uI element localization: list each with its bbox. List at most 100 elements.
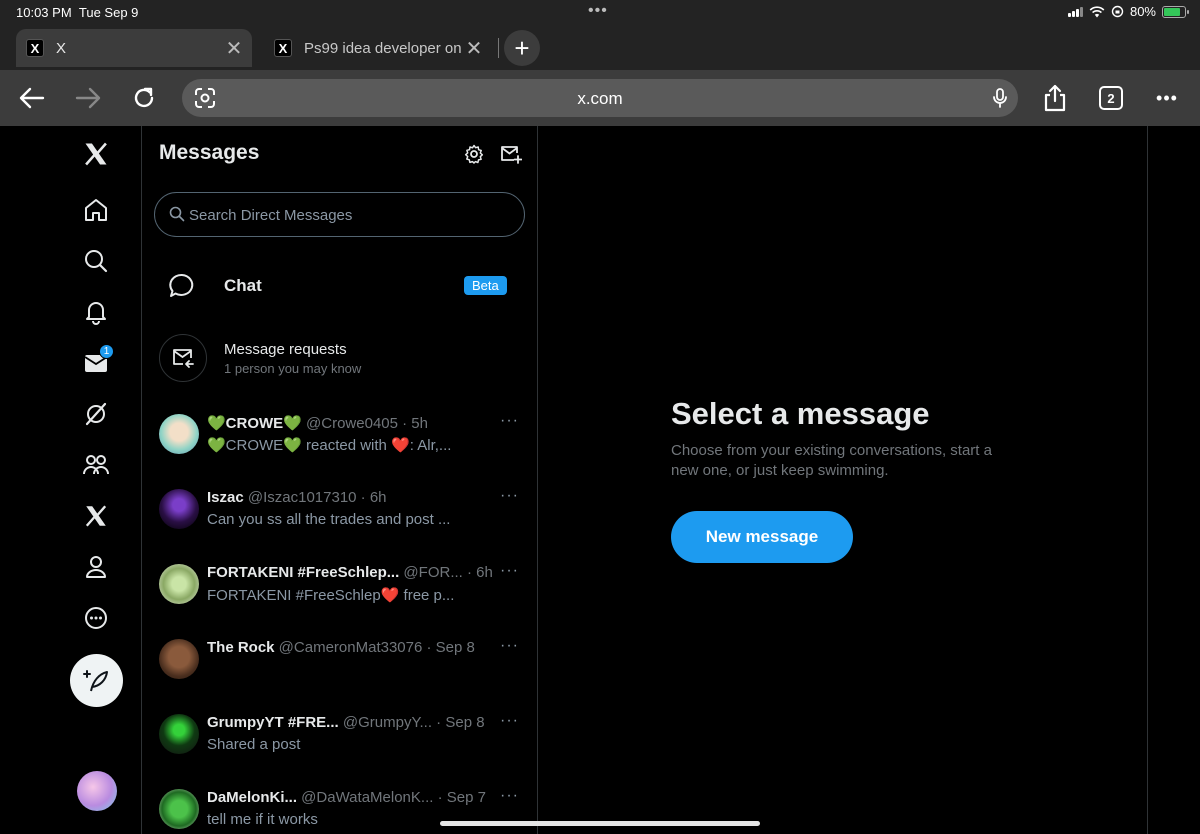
messages-badge: 1 — [99, 344, 114, 359]
share-icon — [1044, 84, 1066, 112]
communities-icon[interactable] — [76, 445, 116, 485]
conversation-preview: FORTAKENI #FreeSchlep — [207, 587, 381, 604]
new-message-icon[interactable] — [499, 142, 523, 166]
cellular-signal-icon — [1067, 6, 1083, 17]
url-text: x.com — [577, 89, 623, 108]
tab-ps99[interactable]: X Ps99 idea developer on ✕ — [264, 29, 492, 67]
search-dm-field[interactable] — [154, 192, 525, 237]
conversation-meta: @DaWataMelonK... · Sep 7 — [297, 789, 486, 806]
conversation-item[interactable]: 💚CROWE💚 @Crowe0405 · 5h 💚CROWE💚 reacted … — [142, 410, 537, 484]
address-bar[interactable]: x.com — [182, 79, 1018, 117]
battery-icon — [1162, 5, 1189, 18]
message-requests-title: Message requests — [224, 341, 347, 358]
conversation-panel: Select a message Choose from your existi… — [538, 126, 1148, 834]
conversation-item[interactable]: FORTAKENI #FreeSchlep... @FOR... · 6h FO… — [142, 560, 537, 634]
status-icons: 80% — [1067, 4, 1189, 19]
premium-x-icon[interactable] — [76, 496, 116, 536]
reload-icon — [134, 87, 154, 108]
home-indicator[interactable] — [440, 821, 760, 826]
status-bar: 10:03 PM Tue Sep 9 ••• 80% — [0, 0, 1200, 26]
x-favicon-icon: X — [274, 39, 292, 57]
conversation-meta: @GrumpyY... · Sep 8 — [338, 714, 485, 731]
chat-label: Chat — [224, 276, 262, 295]
left-navigation: 1 — [0, 126, 142, 834]
tab-count: 2 — [1099, 86, 1123, 110]
notifications-bell-icon[interactable] — [76, 292, 116, 332]
user-avatar — [159, 714, 199, 754]
conversation-item[interactable]: Iszac @Iszac1017310 · 6h Can you ss all … — [142, 485, 537, 559]
conversation-item[interactable]: GrumpyYT #FRE... @GrumpyY... · Sep 8 Sha… — [142, 710, 537, 784]
user-avatar — [159, 564, 199, 604]
message-requests-icon — [159, 334, 207, 382]
tab-switcher-button[interactable]: 2 — [1095, 82, 1127, 114]
tab-x[interactable]: X X ✕ — [16, 29, 252, 67]
user-avatar — [159, 639, 199, 679]
browser-menu-button[interactable]: ••• — [1151, 82, 1183, 114]
conversation-name: GrumpyYT #FRE... — [207, 714, 339, 731]
messages-column: Messages Chat Beta Message requests 1 pe… — [142, 126, 538, 834]
settings-gear-icon[interactable] — [462, 142, 486, 166]
profile-icon[interactable] — [76, 547, 116, 587]
heart-emoji: ❤️ — [380, 587, 400, 604]
user-avatar — [159, 789, 199, 829]
conversation-meta: @Iszac1017310 · 6h — [243, 489, 387, 506]
forward-button[interactable] — [72, 82, 104, 114]
message-requests-entry[interactable]: Message requests 1 person you may know — [142, 326, 537, 390]
conversation-preview: tell me if it works — [207, 811, 318, 828]
status-time: 10:03 PM Tue Sep 9 — [16, 5, 139, 20]
reload-button[interactable] — [128, 82, 160, 114]
feather-plus-icon — [82, 669, 108, 691]
multitasking-dots[interactable]: ••• — [588, 2, 608, 20]
conversation-preview: Can you ss all the trades and post ... — [207, 511, 451, 528]
messages-envelope-icon[interactable]: 1 — [76, 343, 116, 383]
share-button[interactable] — [1039, 82, 1071, 114]
tab-divider — [498, 38, 499, 58]
select-message-title: Select a message — [671, 396, 930, 431]
close-tab-icon[interactable]: ✕ — [222, 36, 246, 61]
conversation-meta: @Crowe0405 · 5h — [301, 415, 428, 432]
grok-icon[interactable] — [76, 394, 116, 434]
x-logo-icon[interactable] — [76, 134, 116, 174]
tab-title: Ps99 idea developer on — [304, 39, 462, 57]
new-message-button[interactable]: New message — [671, 511, 853, 563]
conversation-more-icon[interactable]: ··· — [500, 412, 519, 430]
tab-strip: X X ✕ X Ps99 idea developer on ✕ — [0, 26, 1200, 70]
account-avatar[interactable] — [77, 771, 117, 811]
chat-entry[interactable]: Chat Beta — [142, 258, 537, 314]
chat-bubble-icon — [169, 273, 194, 297]
conversation-preview: Shared a post — [207, 736, 301, 753]
select-message-description: Choose from your existing conversations,… — [671, 442, 992, 479]
conversation-name: 💚CROWE💚 — [207, 415, 302, 432]
conversation-meta: @FOR... · 6h — [399, 564, 493, 581]
conversation-more-icon[interactable]: ··· — [500, 487, 519, 505]
conversation-name: Iszac — [207, 489, 244, 506]
back-arrow-icon — [19, 87, 45, 109]
wifi-icon — [1089, 5, 1105, 17]
forward-arrow-icon — [75, 87, 101, 109]
explore-search-icon[interactable] — [76, 241, 116, 281]
conversation-item[interactable]: The Rock @CameronMat33076 · Sep 8 ··· — [142, 635, 537, 709]
new-tab-button[interactable]: + — [504, 30, 540, 66]
conversation-item[interactable]: DaMelonKi... @DaWataMelonK... · Sep 7 te… — [142, 785, 537, 834]
battery-percent: 80% — [1129, 4, 1156, 19]
beta-badge: Beta — [464, 276, 507, 295]
conversation-more-icon[interactable]: ··· — [500, 712, 519, 730]
conversation-more-icon[interactable]: ··· — [500, 787, 519, 805]
microphone-icon[interactable] — [992, 87, 1008, 109]
tab-title: X — [56, 39, 67, 57]
heart-emoji: ❤️ — [391, 437, 410, 454]
conversation-preview-rest: free p... — [399, 587, 455, 604]
close-tab-icon[interactable]: ✕ — [462, 36, 486, 61]
search-dm-input[interactable] — [189, 203, 509, 227]
conversation-more-icon[interactable]: ··· — [500, 562, 519, 580]
home-icon[interactable] — [76, 190, 116, 230]
conversation-preview: 💚CROWE💚 reacted with — [207, 437, 392, 454]
conversation-preview-rest: : Alr,... — [409, 437, 452, 454]
search-icon — [169, 206, 185, 222]
more-options-icon[interactable] — [76, 598, 116, 638]
x-favicon-icon: X — [26, 39, 44, 57]
conversation-more-icon[interactable]: ··· — [500, 637, 519, 655]
conversation-name: FORTAKENI #FreeSchlep... — [207, 564, 400, 581]
back-button[interactable] — [16, 82, 48, 114]
compose-post-button[interactable] — [70, 654, 123, 707]
